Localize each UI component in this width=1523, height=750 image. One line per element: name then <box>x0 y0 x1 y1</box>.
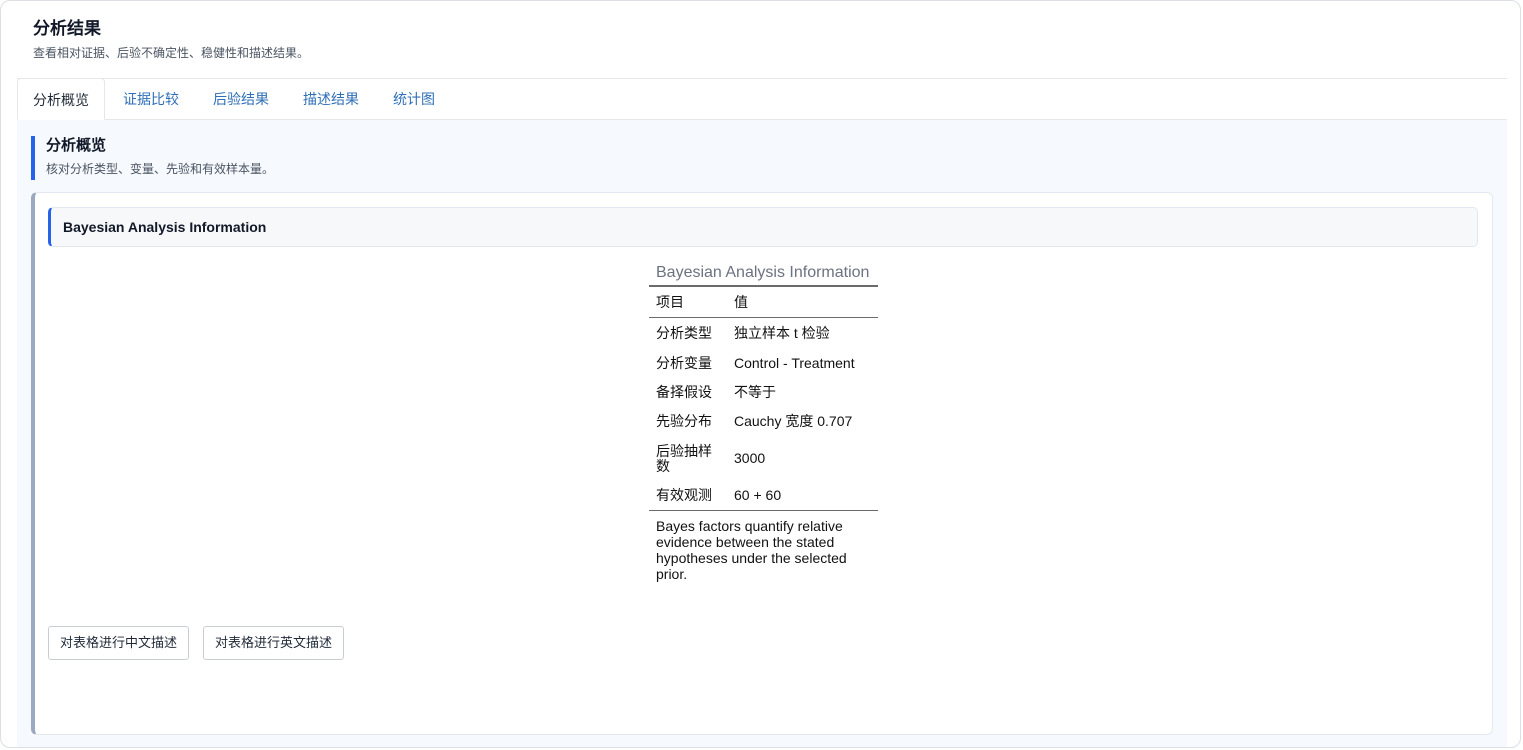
table-row: 分析类型 独立样本 t 检验 <box>649 318 878 350</box>
table-row: 先验分布 Cauchy 宽度 0.707 <box>649 407 878 436</box>
page-title: 分析结果 <box>33 19 101 38</box>
tab-descriptive-results[interactable]: 描述结果 <box>294 78 368 120</box>
table-row: 有效观测 60 + 60 <box>649 481 878 511</box>
page-header: 分析结果 查看相对证据、后验不确定性、稳健性和描述结果。 <box>33 17 309 61</box>
tab-evidence-comparison[interactable]: 证据比较 <box>114 78 188 120</box>
analysis-info-table: Bayesian Analysis Information 项目 值 分析类型 … <box>649 261 878 582</box>
section-header: 分析概览 核对分析类型、变量、先验和有效样本量。 <box>31 136 274 180</box>
row-value: 独立样本 t 检验 <box>734 325 830 341</box>
row-label: 后验抽样数 <box>656 442 712 474</box>
card-header: Bayesian Analysis Information <box>48 207 1478 247</box>
analysis-info-card: Bayesian Analysis Information Bayesian A… <box>31 192 1493 735</box>
results-window: 分析结果 查看相对证据、后验不确定性、稳健性和描述结果。 分析概览 证据比较 后… <box>0 0 1521 748</box>
describe-table-chinese-button[interactable]: 对表格进行中文描述 <box>48 626 190 660</box>
row-value: 3000 <box>734 450 766 466</box>
table-row: 备择假设 不等于 <box>649 378 878 407</box>
row-label: 分析变量 <box>656 355 712 371</box>
table-row: 后验抽样数 3000 <box>649 436 878 481</box>
row-value: Cauchy 宽度 0.707 <box>734 413 853 429</box>
section-title: 分析概览 <box>46 137 107 154</box>
describe-table-english-button[interactable]: 对表格进行英文描述 <box>203 626 345 660</box>
row-label: 有效观测 <box>656 487 712 503</box>
row-value: Control - Treatment <box>734 355 855 371</box>
column-header-value: 值 <box>734 294 748 310</box>
tab-posterior-results[interactable]: 后验结果 <box>204 78 278 120</box>
table-note: Bayes factors quantify relative evidence… <box>656 518 847 582</box>
table-header-row: 项目 值 <box>649 286 878 318</box>
row-label: 先验分布 <box>656 413 712 429</box>
tab-bar: 分析概览 证据比较 后验结果 描述结果 统计图 <box>17 78 1507 120</box>
column-header-item: 项目 <box>656 294 684 310</box>
tab-plots[interactable]: 统计图 <box>385 78 443 120</box>
section-subtitle: 核对分析类型、变量、先验和有效样本量。 <box>46 162 275 176</box>
row-label: 分析类型 <box>656 325 712 341</box>
row-value: 60 + 60 <box>734 487 782 503</box>
table-caption: Bayesian Analysis Information <box>656 264 870 281</box>
row-label: 备择假设 <box>656 384 712 400</box>
page-subtitle: 查看相对证据、后验不确定性、稳健性和描述结果。 <box>33 46 310 60</box>
tab-overview[interactable]: 分析概览 <box>17 78 105 120</box>
row-value: 不等于 <box>734 384 776 400</box>
overview-panel: 分析概览 核对分析类型、变量、先验和有效样本量。 Bayesian Analys… <box>17 120 1507 747</box>
table-row: 分析变量 Control - Treatment <box>649 349 878 378</box>
